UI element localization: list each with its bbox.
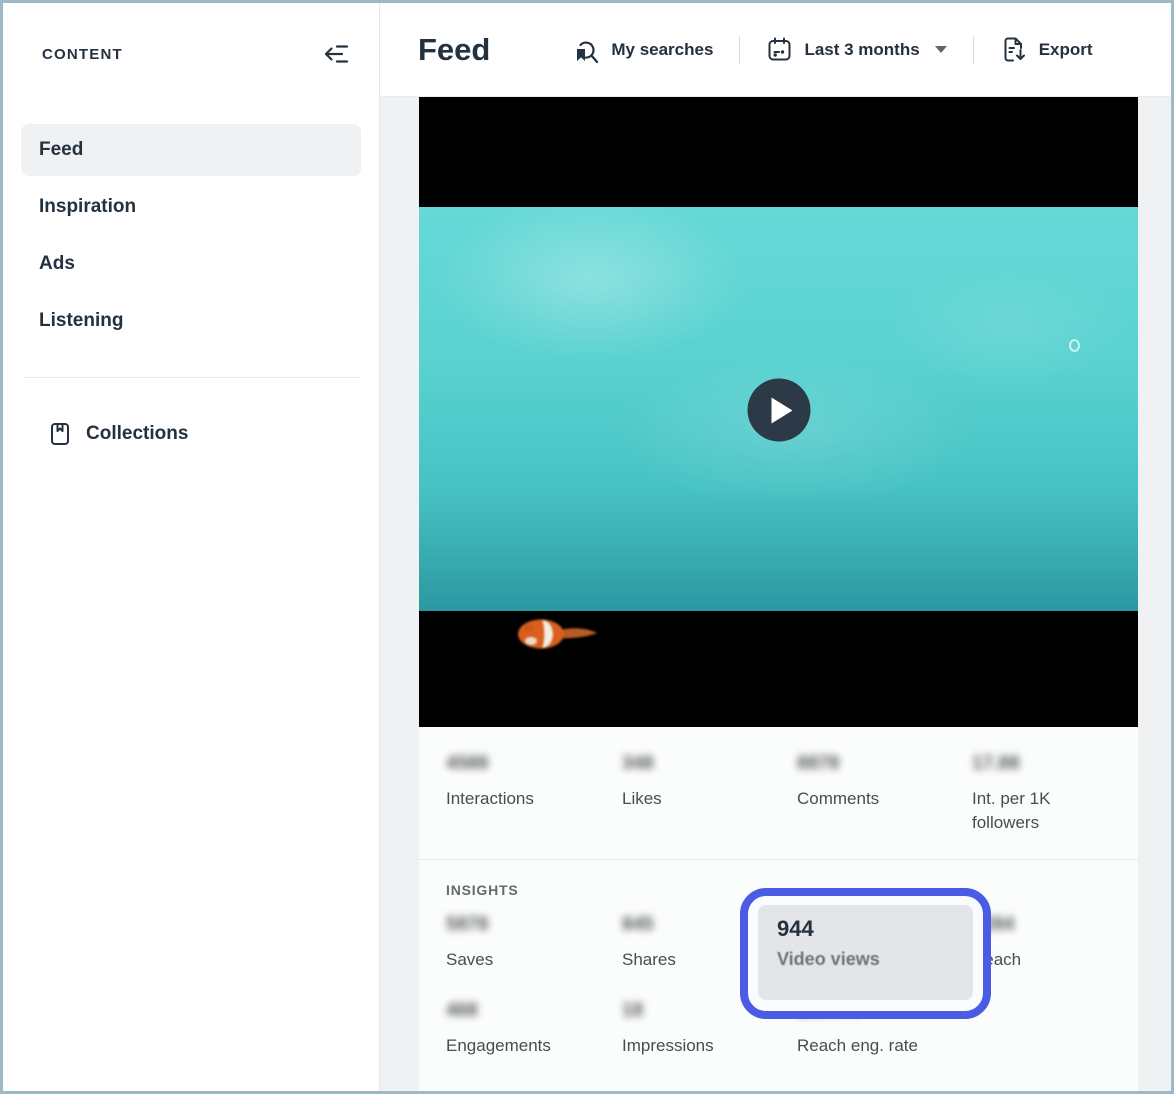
sidebar-nav: Feed Inspiration Ads Listening Collec (3, 124, 379, 460)
sidebar-section-label: CONTENT (42, 46, 123, 63)
sidebar-item-listening[interactable]: Listening (21, 295, 361, 347)
sidebar-item-label: Ads (39, 253, 75, 275)
export-button[interactable]: Export (1000, 35, 1093, 65)
clownfish (515, 612, 601, 656)
stat-comments: 8878 Comments (797, 753, 972, 859)
post-stats-row: 4588 Interactions 348 Likes 8878 Comment… (419, 727, 1138, 859)
my-searches-button[interactable]: My searches (572, 35, 713, 65)
chevron-down-icon (935, 46, 947, 53)
stat-value-blurred: 17.88 (972, 753, 1020, 777)
sidebar-item-collections[interactable]: Collections (21, 408, 361, 460)
collapse-sidebar-icon (322, 40, 350, 68)
bubble (1069, 339, 1080, 352)
collections-label: Collections (86, 423, 188, 445)
sidebar-item-label: Inspiration (39, 196, 136, 218)
post-card: 4588 Interactions 348 Likes 8878 Comment… (419, 97, 1138, 1091)
app-window: CONTENT Feed Inspiration (3, 3, 1171, 1091)
export-icon (1000, 35, 1028, 65)
stat-label: Int. per 1K followers (972, 787, 1084, 835)
stat-label: Interactions (446, 787, 622, 811)
main-area: Feed My searches (380, 3, 1171, 1091)
stat-value-blurred: 5878 (446, 914, 488, 938)
page-title: Feed (418, 32, 490, 68)
sidebar-item-feed[interactable]: Feed (21, 124, 361, 176)
stat-value-blurred: 8878 (797, 753, 839, 777)
sidebar-divider (23, 377, 359, 378)
sidebar-header: CONTENT (3, 3, 379, 69)
stat-label: Reach eng. rate (797, 1034, 972, 1058)
page-header: Feed My searches (380, 3, 1171, 97)
video-views-highlight-panel: 944 Video views (758, 905, 973, 1000)
video-views-value: 944 (777, 916, 973, 942)
sidebar-item-inspiration[interactable]: Inspiration (21, 181, 361, 233)
stat-value-blurred: 348 (622, 753, 654, 777)
calendar-icon (766, 36, 793, 63)
sidebar-item-ads[interactable]: Ads (21, 238, 361, 290)
sidebar: CONTENT Feed Inspiration (3, 3, 380, 1091)
content-scroll-area[interactable]: 4588 Interactions 348 Likes 8878 Comment… (380, 97, 1171, 1091)
header-divider (739, 36, 740, 64)
stat-value-blurred: 845 (622, 914, 654, 938)
sidebar-item-label: Feed (39, 139, 83, 161)
my-searches-label: My searches (611, 40, 713, 60)
play-icon (771, 397, 792, 423)
stat-reach: 1284 Reach (972, 914, 1138, 972)
stat-value-blurred: 4588 (446, 753, 488, 777)
stat-label: Likes (622, 787, 797, 811)
saved-search-icon (572, 35, 600, 65)
stat-engagements: 468 Engagements (446, 1000, 622, 1058)
stat-label: Comments (797, 787, 972, 811)
play-button[interactable] (747, 379, 810, 442)
stat-label: Saves (446, 948, 622, 972)
date-range-label: Last 3 months (804, 40, 919, 60)
video-player[interactable] (419, 97, 1138, 727)
export-label: Export (1039, 40, 1093, 60)
stat-label: Reach (972, 948, 1138, 972)
stat-interactions: 4588 Interactions (446, 753, 622, 859)
header-divider (973, 36, 974, 64)
stat-likes: 348 Likes (622, 753, 797, 859)
collections-icon (47, 421, 73, 447)
stat-value-blurred: 18 (622, 1000, 643, 1024)
stat-label: Engagements (446, 1034, 622, 1058)
video-views-label: Video views (777, 949, 973, 970)
stat-saves: 5878 Saves (446, 914, 622, 972)
video-views-highlight-box[interactable]: 944 Video views (740, 888, 991, 1019)
stat-int-per-1k: 17.88 Int. per 1K followers (972, 753, 1138, 859)
stat-label: Impressions (622, 1034, 797, 1058)
date-range-dropdown[interactable]: Last 3 months (766, 36, 946, 63)
collapse-sidebar-button[interactable] (321, 39, 351, 69)
sidebar-item-label: Listening (39, 310, 123, 332)
stat-value-blurred: 468 (446, 1000, 478, 1024)
insights-section: INSIGHTS 5878 Saves 845 Shares 1284 (419, 860, 1138, 1091)
